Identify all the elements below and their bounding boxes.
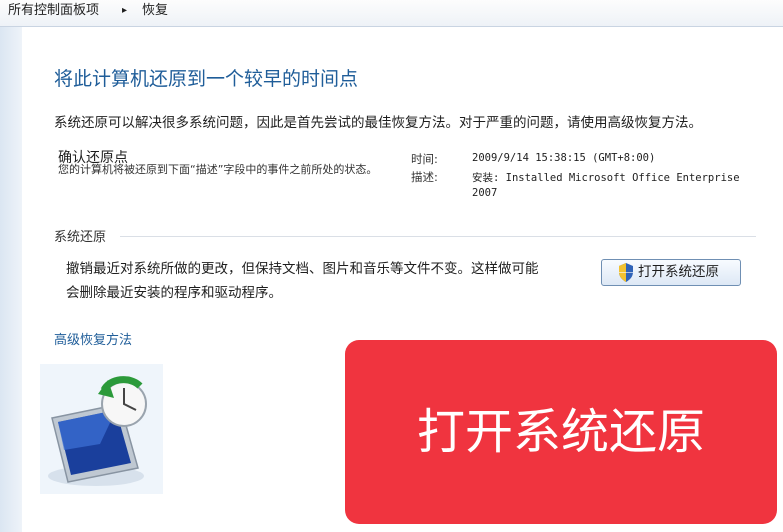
advanced-recovery-link[interactable]: 高级恢复方法 bbox=[54, 329, 132, 348]
page-title: 将此计算机还原到一个较早的时间点 bbox=[54, 68, 359, 90]
description-value: 安装: Installed Microsoft Office Enterpris… bbox=[472, 172, 740, 184]
description-label: 描述: bbox=[411, 170, 438, 184]
time-label: 时间: bbox=[411, 152, 438, 166]
confirm-point-description: 您的计算机将被还原到下面“描述”字段中的事件之前所处的状态。 bbox=[58, 163, 378, 176]
open-system-restore-button[interactable]: 打开系统还原 bbox=[601, 259, 741, 286]
system-restore-icon bbox=[40, 364, 163, 494]
description-value-cont: 2007 bbox=[472, 187, 498, 199]
system-restore-heading: 系统还原 bbox=[54, 230, 107, 245]
breadcrumb-separator-icon[interactable]: ▸ bbox=[122, 0, 127, 22]
system-restore-text-line1: 撤销最近对系统所做的更改，但保持文档、图片和音乐等文件不变。这样做可能 bbox=[66, 261, 539, 277]
system-restore-description: 撤销最近对系统所做的更改，但保持文档、图片和音乐等文件不变。这样做可能 会删除最… bbox=[66, 257, 586, 305]
section-divider bbox=[120, 236, 756, 237]
breadcrumb: 所有控制面板项 ▸ 恢复 bbox=[0, 0, 783, 27]
callout-text: 打开系统还原 bbox=[416, 404, 705, 460]
navigation-pane bbox=[0, 27, 22, 532]
time-value: 2009/9/14 15:38:15 (GMT+8:00) bbox=[472, 152, 656, 164]
breadcrumb-root[interactable]: 所有控制面板项 bbox=[8, 0, 99, 22]
system-restore-text-line2: 会删除最近安装的程序和驱动程序。 bbox=[66, 285, 282, 301]
page-intro: 系统还原可以解决很多系统问题，因此是首先尝试的最佳恢复方法。对于严重的问题，请使… bbox=[54, 115, 702, 131]
uac-shield-icon bbox=[619, 263, 633, 282]
breadcrumb-current[interactable]: 恢复 bbox=[142, 0, 168, 22]
open-system-restore-label: 打开系统还原 bbox=[638, 264, 719, 280]
